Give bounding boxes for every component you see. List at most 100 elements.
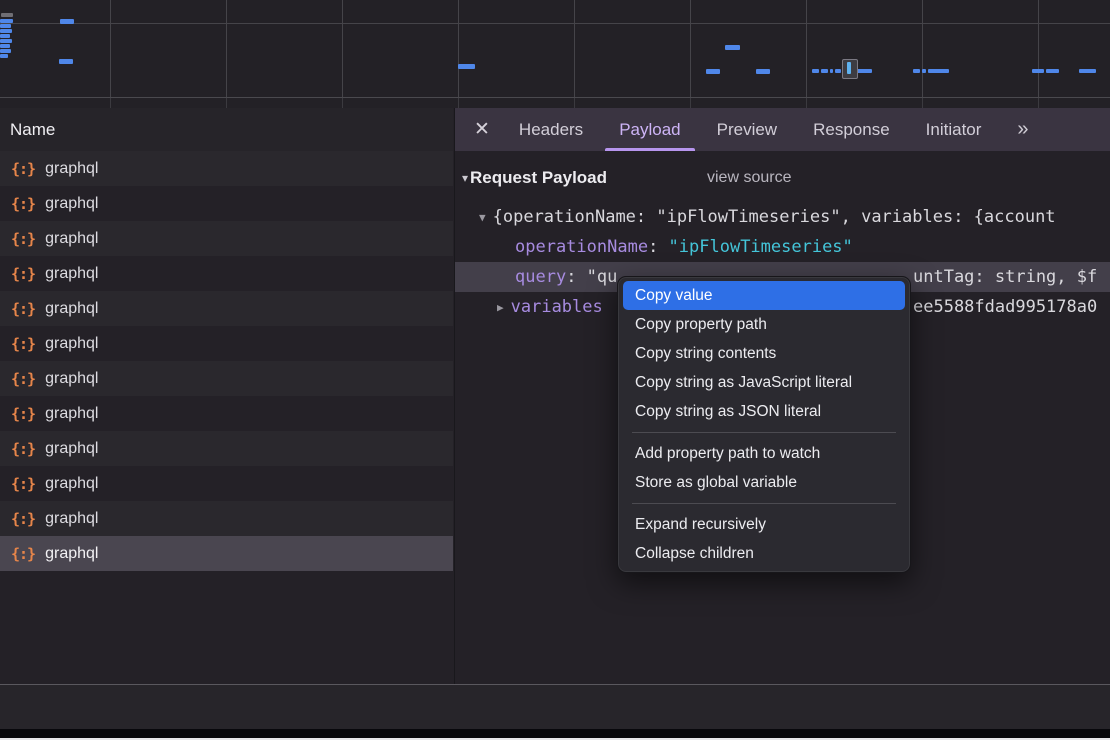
- tab-label: Headers: [519, 120, 583, 140]
- request-name: graphql: [45, 300, 98, 318]
- overview-request-bar: [0, 29, 12, 33]
- tab-payload[interactable]: Payload: [619, 108, 680, 151]
- menu-item-store-as-global-variable[interactable]: Store as global variable: [623, 468, 905, 497]
- overview-gridline: [110, 98, 111, 108]
- property-value: "ipFlowTimeseries": [669, 237, 853, 257]
- window-bottom-edge: [0, 729, 1110, 738]
- json-braces-icon: {:}: [11, 475, 35, 493]
- menu-item-copy-property-path[interactable]: Copy property path: [623, 310, 905, 339]
- json-braces-icon: {:}: [11, 440, 35, 458]
- payload-operation-row[interactable]: operationName: "ipFlowTimeseries": [515, 232, 853, 262]
- request-row[interactable]: {:}graphql: [0, 151, 453, 186]
- menu-item-expand-recursively[interactable]: Expand recursively: [623, 510, 905, 539]
- property-key: variables: [511, 297, 603, 317]
- overview-request-bar: [0, 44, 10, 48]
- tab-initiator[interactable]: Initiator: [926, 108, 982, 151]
- tab-label: Payload: [619, 120, 680, 140]
- overview-request-bar: [835, 69, 841, 73]
- request-name: graphql: [45, 510, 98, 528]
- view-source-link[interactable]: view source: [707, 163, 791, 193]
- collapse-triangle-icon[interactable]: ▾: [462, 171, 468, 185]
- overview-request-bar: [0, 39, 12, 43]
- tab-headers[interactable]: Headers: [519, 108, 583, 151]
- menu-item-collapse-children[interactable]: Collapse children: [623, 539, 905, 568]
- payload-query-row[interactable]: query: "qu: [515, 262, 617, 292]
- overview-gridline: [922, 0, 923, 97]
- json-braces-icon: {:}: [11, 265, 35, 283]
- overview-gridline: [458, 0, 459, 97]
- request-name: graphql: [45, 405, 98, 423]
- tab-overflow-icon[interactable]: »: [1017, 118, 1026, 141]
- detail-tab-bar: ✕ Headers Payload Preview Response Initiator…: [455, 108, 1110, 151]
- menu-item-copy-string-contents[interactable]: Copy string contents: [623, 339, 905, 368]
- overview-gridline: [690, 0, 691, 97]
- name-column-header[interactable]: Name: [0, 108, 453, 152]
- overview-request-bar: [725, 45, 740, 50]
- overview-gridline: [690, 98, 691, 108]
- menu-item-add-property-path-to-watch[interactable]: Add property path to watch: [623, 439, 905, 468]
- request-payload-section[interactable]: ▾ Request Payload: [462, 163, 607, 193]
- json-braces-icon: {:}: [11, 195, 35, 213]
- overview-grey-bar: [1, 13, 13, 17]
- request-row[interactable]: {:}graphql: [0, 536, 453, 571]
- payload-variables-row[interactable]: ▶ variables: [497, 292, 603, 322]
- request-name: graphql: [45, 195, 98, 213]
- overview-gridline: [0, 23, 1110, 24]
- triangle-down-icon[interactable]: ▼: [479, 211, 486, 224]
- overview-gridline: [1038, 98, 1039, 108]
- overview-request-bar: [913, 69, 920, 73]
- panel-divider[interactable]: [454, 108, 455, 730]
- property-value-tail: untTag: string, $f: [913, 267, 1097, 287]
- tab-label: Response: [813, 120, 890, 140]
- json-braces-icon: {:}: [11, 405, 35, 423]
- payload-root-row[interactable]: ▼ {operationName: "ipFlowTimeseries", var…: [479, 202, 1056, 232]
- json-braces-icon: {:}: [11, 230, 35, 248]
- request-row[interactable]: {:}graphql: [0, 256, 453, 291]
- request-row[interactable]: {:}graphql: [0, 466, 453, 501]
- overview-request-bar: [1079, 69, 1096, 73]
- property-key: operationName: [515, 237, 648, 257]
- triangle-right-icon[interactable]: ▶: [497, 301, 504, 314]
- property-value-tail: ee5588fdad995178a0: [913, 297, 1097, 317]
- payload-root-preview: {operationName: "ipFlowTimeseries", vari…: [493, 207, 1056, 227]
- close-icon[interactable]: ✕: [474, 118, 490, 141]
- request-row[interactable]: {:} graphql: [0, 186, 453, 221]
- json-braces-icon: {:}: [11, 545, 35, 563]
- devtools-network-panel: Name ✕ Headers Payload Preview Response Init…: [0, 0, 1110, 740]
- overview-request-bar: [706, 69, 720, 74]
- overview-request-bar: [0, 54, 8, 58]
- menu-separator: [632, 503, 896, 504]
- overview-gridline: [342, 98, 343, 108]
- property-key: query: [515, 267, 566, 287]
- overview-selected-request-tick: [847, 62, 851, 74]
- overview-gridline: [1038, 0, 1039, 97]
- request-row[interactable]: {:} graphql: [0, 221, 453, 256]
- payload-query-row-tail: untTag: string, $f: [913, 262, 1097, 292]
- menu-separator: [632, 432, 896, 433]
- overview-gridline: [226, 0, 227, 97]
- menu-item-copy-string-as-json-literal[interactable]: Copy string as JSON literal: [623, 397, 905, 426]
- request-row[interactable]: {:}graphql: [0, 361, 453, 396]
- request-row[interactable]: {:}graphql: [0, 326, 453, 361]
- request-row[interactable]: {:}graphql: [0, 431, 453, 466]
- tab-label: Initiator: [926, 120, 982, 140]
- request-row[interactable]: {:}graphql: [0, 501, 453, 536]
- overview-request-bar: [458, 64, 475, 69]
- json-braces-icon: {:}: [11, 335, 35, 353]
- tab-preview[interactable]: Preview: [717, 108, 777, 151]
- overview-request-bar: [0, 34, 10, 38]
- menu-item-copy-value[interactable]: Copy value: [623, 281, 905, 310]
- request-row[interactable]: {:} graphql: [0, 396, 453, 431]
- tab-response[interactable]: Response: [813, 108, 890, 151]
- menu-item-copy-string-as-javascript-literal[interactable]: Copy string as JavaScript literal: [623, 368, 905, 397]
- colon: :: [648, 237, 668, 257]
- overview-request-bar: [0, 49, 11, 53]
- tabs-holder: Headers Payload Preview Response Initiator: [519, 108, 1017, 151]
- overview-gridline: [806, 98, 807, 108]
- network-overview-timeline[interactable]: [0, 0, 1110, 98]
- request-list: {:} graphql {:} graphql {:} graphql {:} graphql…: [0, 151, 453, 571]
- request-row[interactable]: {:}graphql: [0, 291, 453, 326]
- request-name: graphql: [45, 230, 98, 248]
- overview-request-bar: [1032, 69, 1044, 73]
- request-name: graphql: [45, 160, 98, 178]
